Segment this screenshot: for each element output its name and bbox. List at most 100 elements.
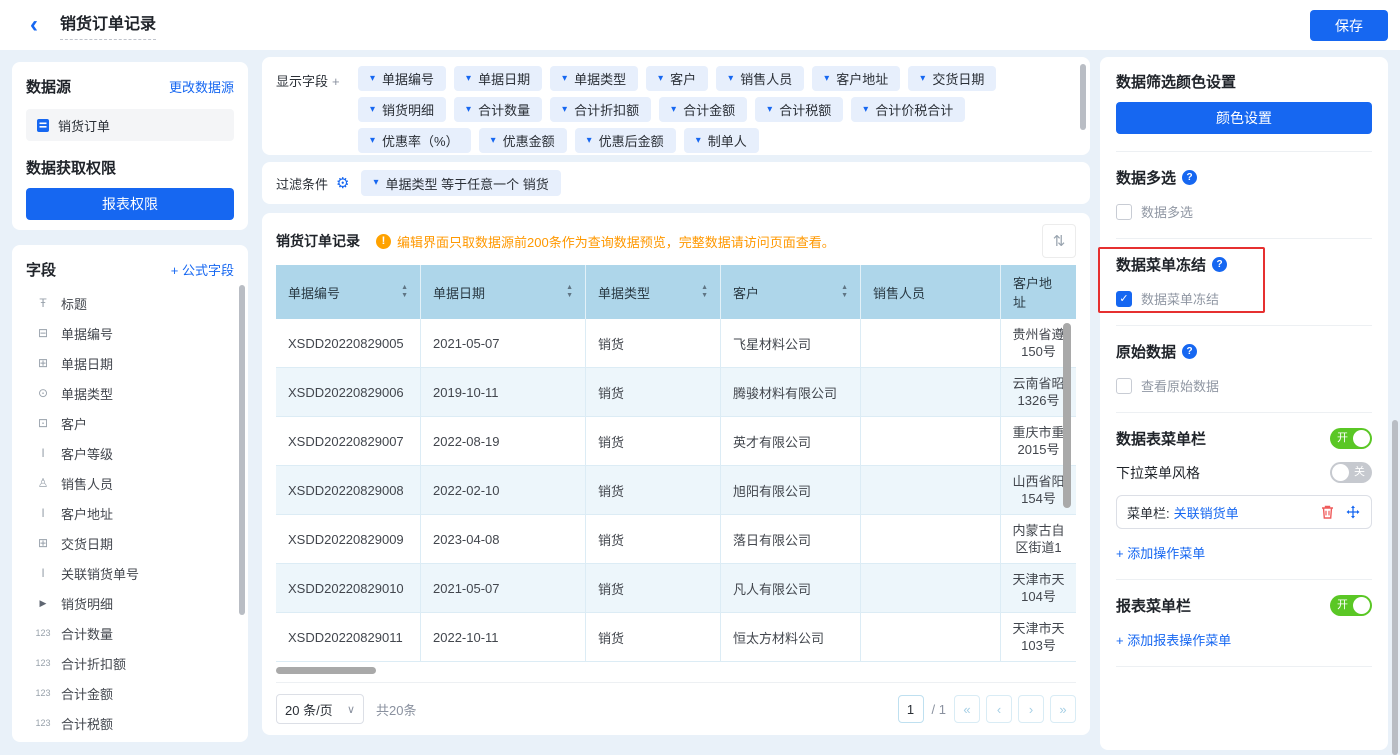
table-row[interactable]: XSDD20220829005 2021-05-07 销货 飞星材料公司 贵州省… bbox=[276, 319, 1076, 368]
add-action-menu-link[interactable]: + 添加操作菜单 bbox=[1116, 543, 1372, 562]
prev-page-button[interactable]: ‹ bbox=[986, 695, 1012, 723]
checkbox-unchecked-icon[interactable] bbox=[1116, 378, 1132, 394]
multi-select-checkbox-row[interactable]: 数据多选 bbox=[1116, 202, 1372, 221]
chip-discount-amount[interactable]: ▾优惠金额 bbox=[479, 128, 567, 153]
number-icon: 123 bbox=[34, 688, 52, 698]
table-vertical-scrollbar[interactable] bbox=[1063, 323, 1071, 508]
field-item-title[interactable]: Ŧ标题 bbox=[26, 288, 234, 318]
chip-customer-address[interactable]: ▾客户地址 bbox=[812, 66, 900, 91]
field-item-total-qty[interactable]: 123合计数量 bbox=[26, 618, 234, 648]
field-item-sales-detail[interactable]: ▶销货明细 bbox=[26, 588, 234, 618]
chip-order-date[interactable]: ▾单据日期 bbox=[454, 66, 542, 91]
trash-icon[interactable] bbox=[1320, 504, 1335, 520]
chip-discount-rate[interactable]: ▾优惠率（%） bbox=[358, 128, 471, 153]
gear-icon[interactable]: ⚙ bbox=[336, 174, 349, 192]
last-page-button[interactable]: » bbox=[1050, 695, 1076, 723]
column-header-customer[interactable]: 客户▲▼ bbox=[721, 265, 861, 319]
column-header-order-type[interactable]: 单据类型▲▼ bbox=[586, 265, 721, 319]
report-menubar-toggle[interactable]: 开 bbox=[1330, 595, 1372, 616]
help-icon[interactable]: ? bbox=[1182, 170, 1197, 185]
datasource-name: 销货订单 bbox=[58, 116, 110, 135]
column-header-salesperson[interactable]: 销售人员 bbox=[861, 265, 1001, 319]
current-page-input[interactable]: 1 bbox=[898, 695, 924, 723]
color-setting-button[interactable]: 颜色设置 bbox=[1116, 102, 1372, 134]
chips-scrollbar[interactable] bbox=[1080, 64, 1086, 130]
table-menubar-toggle[interactable]: 开 bbox=[1330, 428, 1372, 449]
sort-arrows-icon[interactable]: ▲▼ bbox=[395, 285, 408, 299]
field-item-salesperson[interactable]: ♙销售人员 bbox=[26, 468, 234, 498]
save-button[interactable]: 保存 bbox=[1310, 10, 1388, 41]
help-icon[interactable]: ? bbox=[1212, 257, 1227, 272]
field-item-total-discount[interactable]: 123合计折扣额 bbox=[26, 648, 234, 678]
column-header-order-date[interactable]: 单据日期▲▼ bbox=[421, 265, 586, 319]
dropdown-style-toggle[interactable]: 关 bbox=[1330, 462, 1372, 483]
checkbox-checked-icon[interactable]: ✓ bbox=[1116, 291, 1132, 307]
field-item-order-no[interactable]: ⊟单据编号 bbox=[26, 318, 234, 348]
page-size-select[interactable]: 20 条/页 ∨ bbox=[276, 694, 364, 724]
chip-order-no[interactable]: ▾单据编号 bbox=[358, 66, 446, 91]
back-icon[interactable]: ‹ bbox=[30, 13, 38, 37]
column-header-order-no[interactable]: 单据编号▲▼ bbox=[276, 265, 421, 319]
chevron-down-icon: ▾ bbox=[466, 74, 471, 84]
field-item-total-amount[interactable]: 123合计金额 bbox=[26, 678, 234, 708]
field-item-order-date[interactable]: ⊞单据日期 bbox=[26, 348, 234, 378]
chip-order-type[interactable]: ▾单据类型 bbox=[550, 66, 638, 91]
table-row[interactable]: XSDD20220829007 2022-08-19 销货 英才有限公司 重庆市… bbox=[276, 417, 1076, 466]
datasource-item[interactable]: 销货订单 bbox=[26, 109, 234, 141]
chip-total-amount[interactable]: ▾合计金额 bbox=[659, 97, 747, 122]
field-item-order-type[interactable]: ⊙单据类型 bbox=[26, 378, 234, 408]
chip-total-tax[interactable]: ▾合计税额 bbox=[755, 97, 843, 122]
chip-creator[interactable]: ▾制单人 bbox=[684, 128, 759, 153]
menu-item-name-link[interactable]: 关联销货单 bbox=[1174, 503, 1239, 522]
next-page-button[interactable]: › bbox=[1018, 695, 1044, 723]
chip-customer[interactable]: ▾客户 bbox=[646, 66, 708, 91]
multi-select-heading: 数据多选 bbox=[1116, 167, 1176, 188]
table-menubar-heading: 数据表菜单栏 bbox=[1116, 428, 1206, 449]
add-formula-field-link[interactable]: + 公式字段 bbox=[171, 260, 234, 279]
chip-total-incl-tax[interactable]: ▾合计价税合计 bbox=[851, 97, 965, 122]
menu-item-row[interactable]: 菜单栏: 关联销货单 bbox=[1116, 495, 1372, 529]
field-item-related-order-no[interactable]: I关联销货单号 bbox=[26, 558, 234, 588]
chip-total-qty[interactable]: ▾合计数量 bbox=[454, 97, 542, 122]
table-row[interactable]: XSDD20220829006 2019-10-11 销货 腾骏材料有限公司 云… bbox=[276, 368, 1076, 417]
sort-arrows-icon[interactable]: ▲▼ bbox=[835, 285, 848, 299]
table-row[interactable]: XSDD20220829010 2021-05-07 销货 凡人有限公司 天津市… bbox=[276, 564, 1076, 613]
sort-arrows-icon[interactable]: ▲▼ bbox=[695, 285, 708, 299]
filter-condition-chip[interactable]: ▾ 单据类型 等于任意一个 销货 bbox=[361, 170, 560, 196]
chevron-down-icon: ▾ bbox=[767, 105, 772, 115]
field-item-customer[interactable]: ⊡客户 bbox=[26, 408, 234, 438]
table-row[interactable]: XSDD20220829011 2022-10-11 销货 恒太方材料公司 天津… bbox=[276, 613, 1076, 662]
add-report-action-menu-link[interactable]: + 添加报表操作菜单 bbox=[1116, 630, 1372, 649]
fields-scrollbar[interactable] bbox=[239, 285, 245, 615]
table-row[interactable]: XSDD20220829008 2022-02-10 销货 旭阳有限公司 山西省… bbox=[276, 466, 1076, 515]
sort-toggle-button[interactable]: ⇅ bbox=[1042, 224, 1076, 258]
chip-salesperson[interactable]: ▾销售人员 bbox=[716, 66, 804, 91]
chip-after-discount[interactable]: ▾优惠后金额 bbox=[575, 128, 676, 153]
scrollbar-thumb[interactable] bbox=[276, 667, 376, 674]
chip-total-discount[interactable]: ▾合计折扣额 bbox=[550, 97, 651, 122]
move-icon[interactable] bbox=[1345, 504, 1361, 520]
expand-icon: ▶ bbox=[34, 598, 52, 609]
help-icon[interactable]: ? bbox=[1182, 344, 1197, 359]
chevron-down-icon: ▾ bbox=[824, 74, 829, 84]
sort-arrows-icon[interactable]: ▲▼ bbox=[560, 285, 573, 299]
menu-freeze-checkbox-row[interactable]: ✓ 数据菜单冻结 bbox=[1116, 289, 1372, 308]
field-item-delivery-date[interactable]: ⊞交货日期 bbox=[26, 528, 234, 558]
report-permission-button[interactable]: 报表权限 bbox=[26, 188, 234, 220]
checkbox-unchecked-icon[interactable] bbox=[1116, 204, 1132, 220]
person-icon: ♙ bbox=[34, 476, 52, 490]
chevron-down-icon: ▾ bbox=[863, 105, 868, 115]
chip-delivery-date[interactable]: ▾交货日期 bbox=[908, 66, 996, 91]
field-item-customer-level[interactable]: I客户等级 bbox=[26, 438, 234, 468]
change-datasource-link[interactable]: 更改数据源 bbox=[169, 77, 234, 96]
first-page-button[interactable]: « bbox=[954, 695, 980, 723]
table-row[interactable]: XSDD20220829009 2023-04-08 销货 落日有限公司 内蒙古… bbox=[276, 515, 1076, 564]
chip-sales-detail[interactable]: ▾销货明细 bbox=[358, 97, 446, 122]
field-item-total-tax[interactable]: 123合计税额 bbox=[26, 708, 234, 738]
raw-data-checkbox-row[interactable]: 查看原始数据 bbox=[1116, 376, 1372, 395]
column-header-customer-address[interactable]: 客户地址 bbox=[1001, 265, 1076, 319]
window-scrollbar[interactable] bbox=[1392, 420, 1398, 755]
filter-label: 过滤条件 bbox=[276, 174, 328, 193]
add-display-field-icon[interactable]: + bbox=[332, 74, 340, 89]
field-item-customer-address[interactable]: I客户地址 bbox=[26, 498, 234, 528]
